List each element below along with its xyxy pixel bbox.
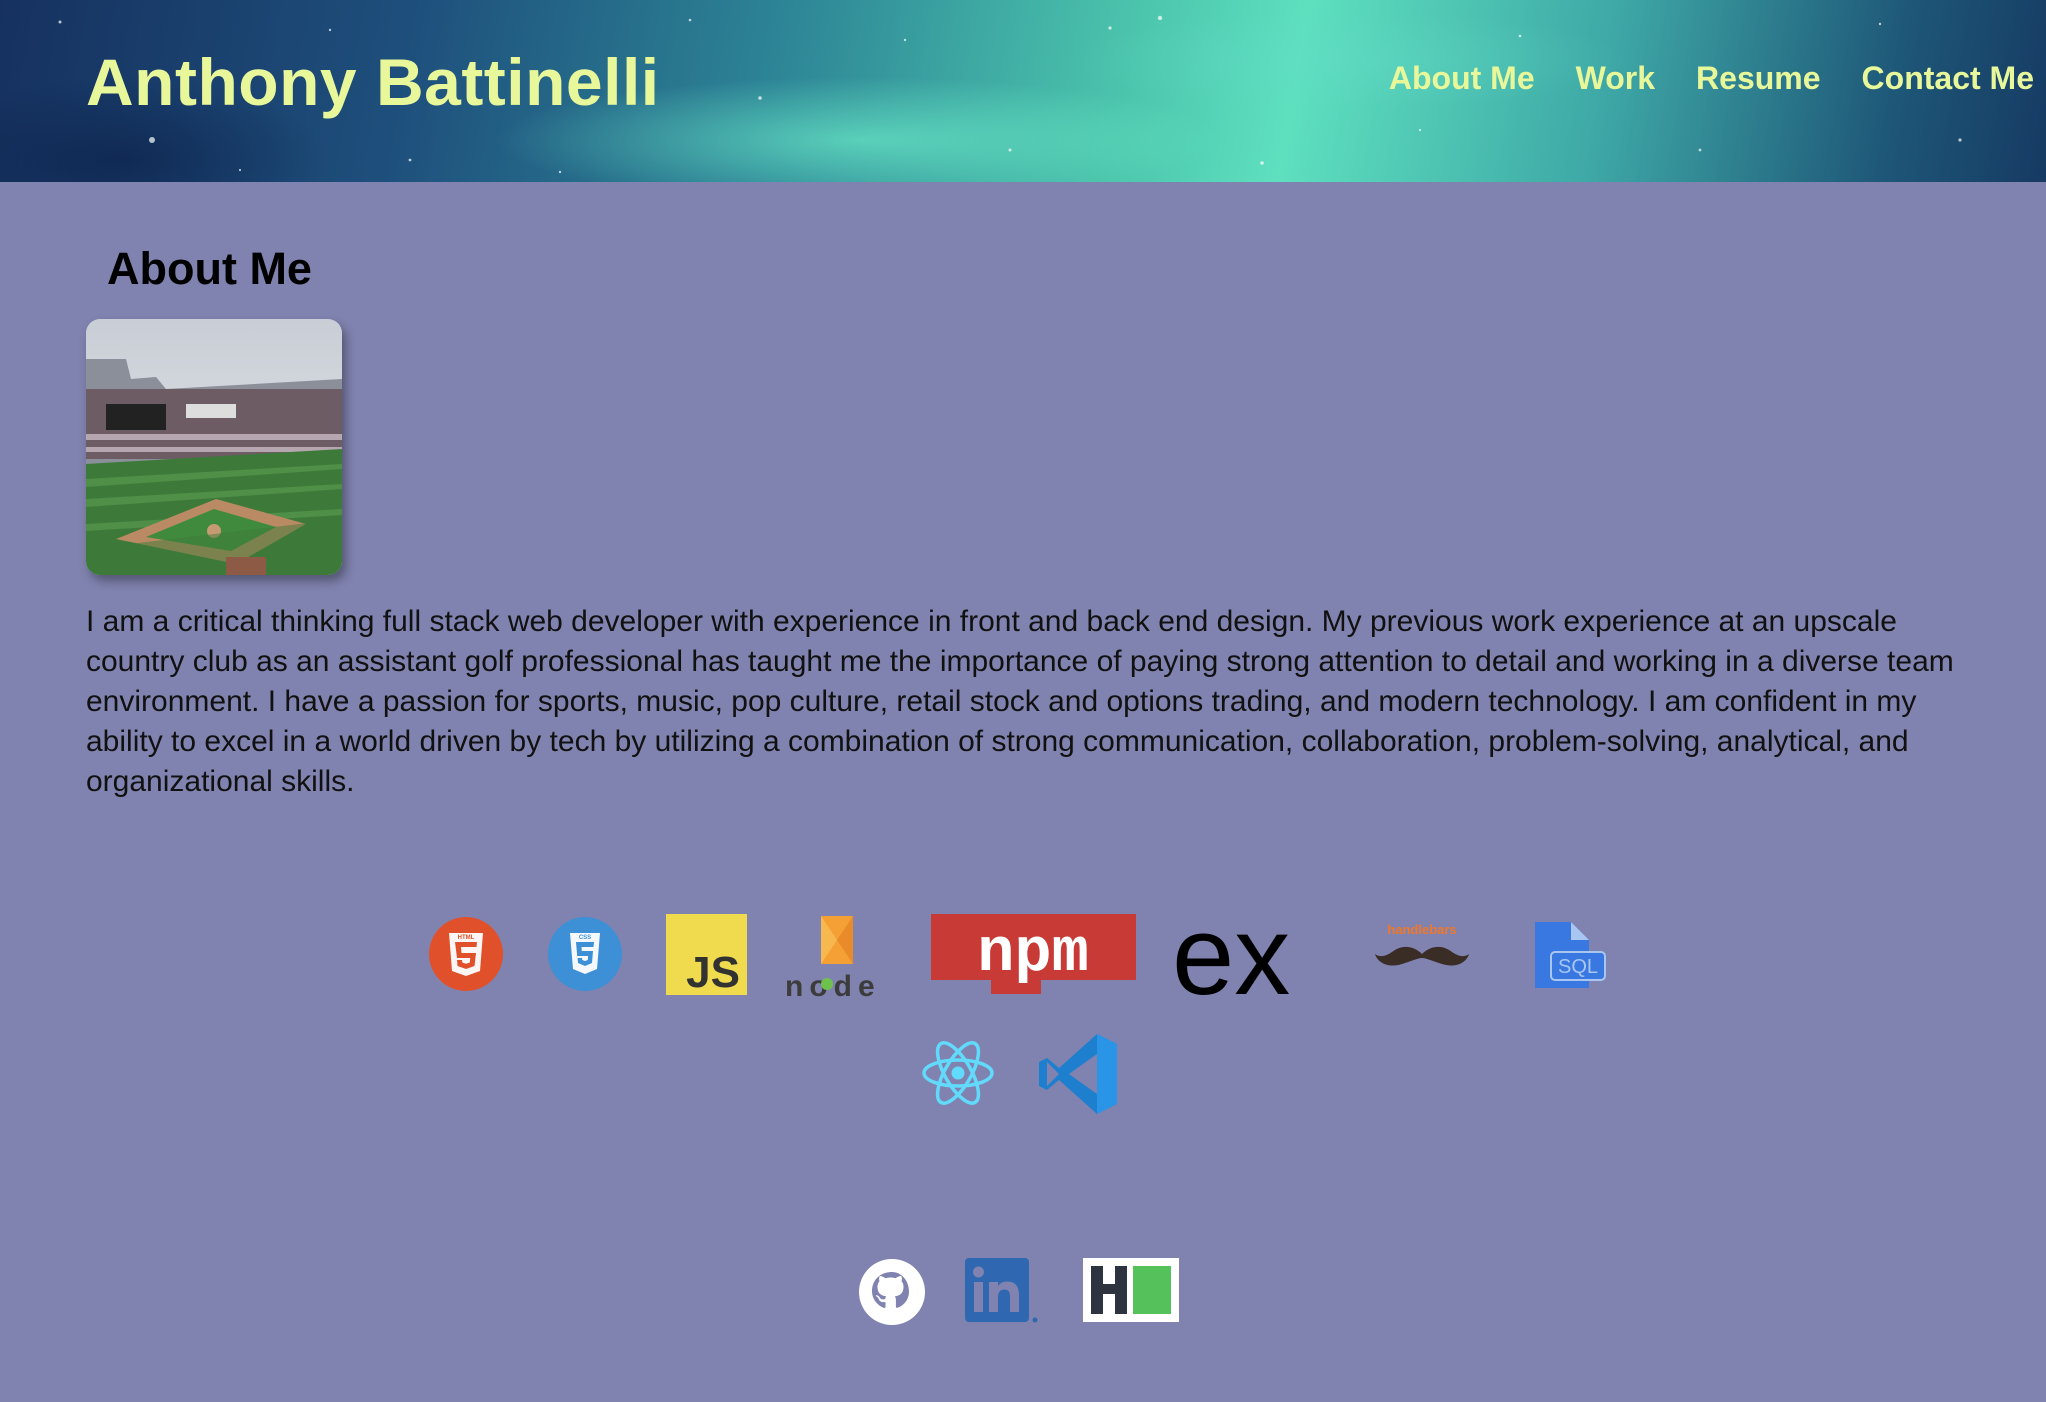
bio-paragraph: I am a critical thinking full stack web …	[86, 605, 1954, 798]
css3-icon: CSS	[548, 917, 622, 996]
sql-label: SQL	[1558, 956, 1598, 978]
handlebars-label: handlebars	[1387, 922, 1456, 937]
github-icon[interactable]	[858, 1258, 926, 1331]
html5-label: HTML	[458, 935, 475, 941]
javascript-label: JS	[686, 948, 740, 995]
css3-label: CSS	[579, 935, 591, 941]
vscode-icon	[1037, 1032, 1121, 1121]
javascript-icon: JS	[666, 914, 747, 1000]
nodejs-icon: node	[781, 912, 891, 1003]
main-nav: About Me Work Resume Contact Me	[1389, 60, 2034, 97]
express-icon: ex	[1172, 893, 1312, 1018]
profile-photo-stadium	[86, 319, 342, 575]
npm-label: npm	[977, 918, 1089, 989]
site-title: Anthony Battinelli	[86, 45, 660, 119]
npm-icon: npm	[931, 914, 1136, 999]
html5-icon: HTML	[429, 917, 503, 996]
nav-contact-me[interactable]: Contact Me	[1862, 60, 2034, 97]
express-label: ex	[1172, 898, 1290, 1008]
nav-work[interactable]: Work	[1576, 60, 1655, 97]
react-icon	[921, 1036, 995, 1115]
sql-file-icon: SQL	[1533, 918, 1607, 997]
nav-resume[interactable]: Resume	[1696, 60, 1821, 97]
nav-about-me[interactable]: About Me	[1389, 60, 1535, 97]
site-header: Anthony Battinelli About Me Work Resume …	[0, 0, 2046, 182]
linkedin-icon[interactable]	[965, 1258, 1041, 1329]
about-heading: About Me	[107, 243, 312, 294]
hackerrank-icon[interactable]	[1083, 1258, 1179, 1327]
handlebars-icon: handlebars	[1372, 920, 1472, 987]
